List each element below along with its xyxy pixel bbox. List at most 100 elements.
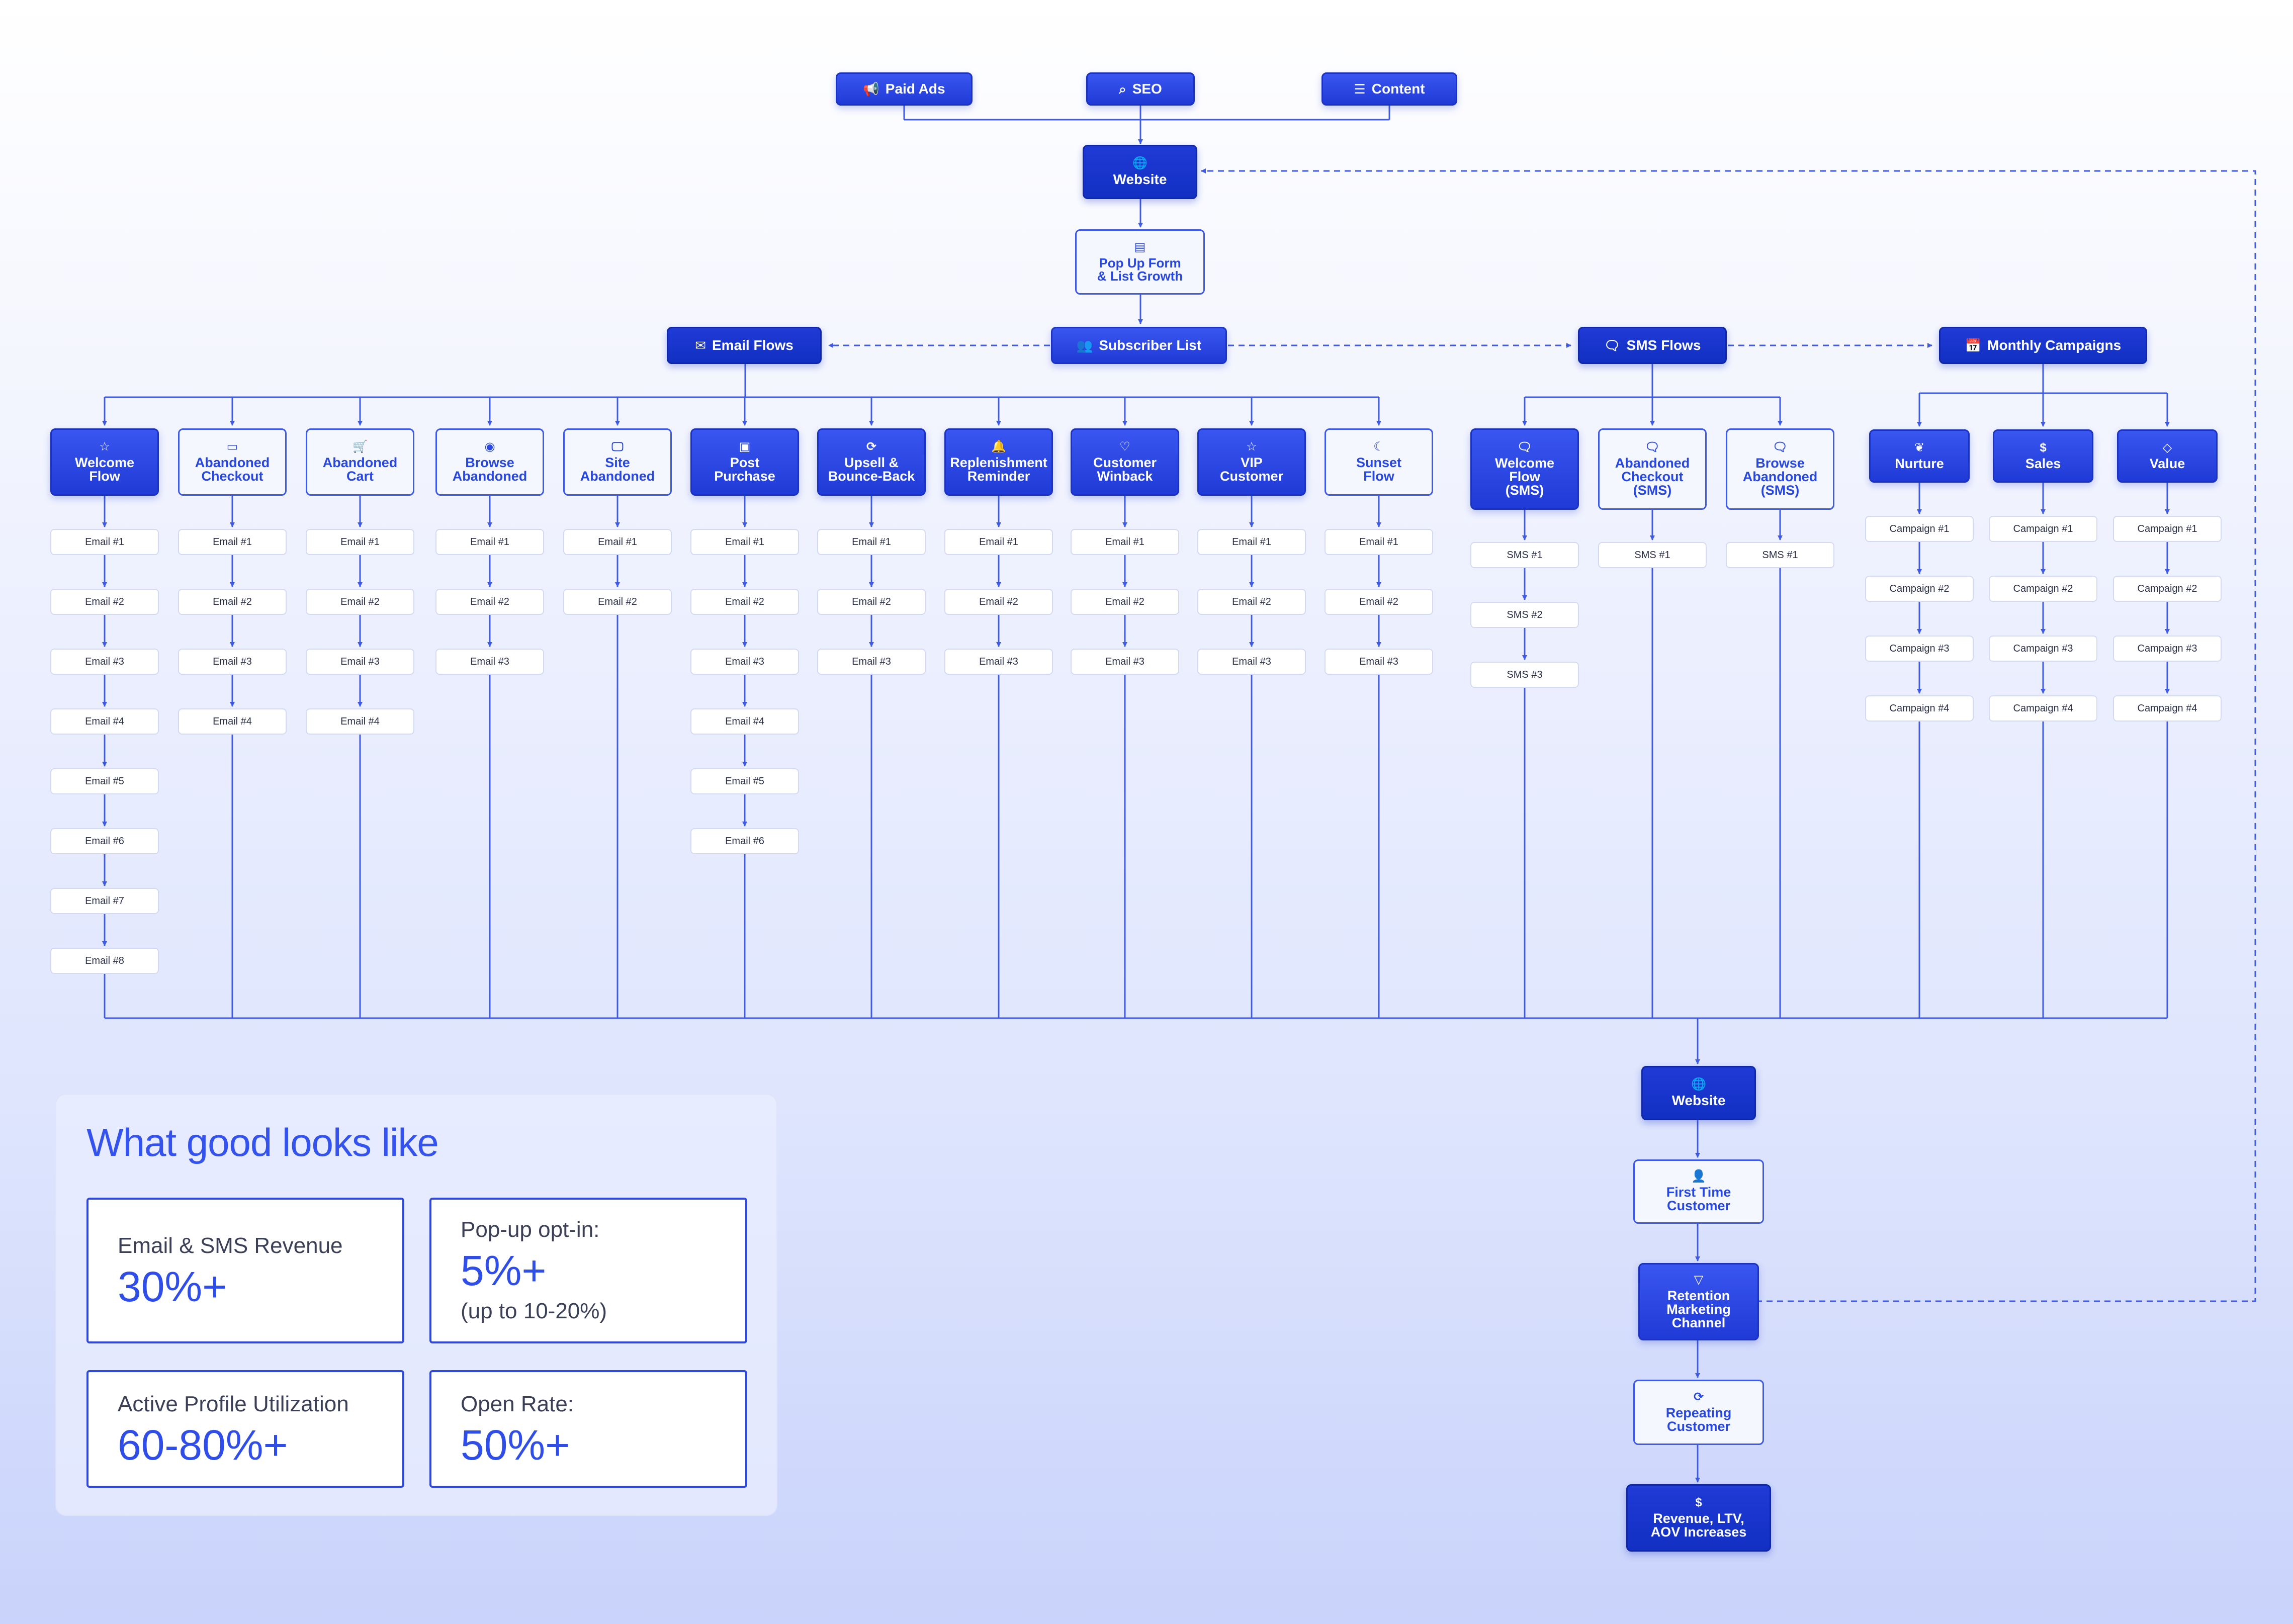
flow-step: Campaign #3 [2113, 636, 2222, 662]
flow-step: Email #2 [306, 589, 414, 615]
flow-step: Email #1 [817, 529, 926, 555]
benchmark-label: Open Rate: [461, 1392, 574, 1416]
flow-step: SMS #1 [1598, 542, 1707, 568]
campaign-header-nurture: ❦ Nurture [1869, 429, 1970, 483]
node-label: Nurture [1895, 456, 1944, 471]
flow-step: Campaign #2 [1865, 576, 1974, 602]
benchmark-card: Open Rate: 50%+ [429, 1370, 747, 1488]
search-icon: ⌕ [1119, 81, 1126, 97]
flow-step: SMS #3 [1470, 662, 1579, 688]
chat-icon: 🗨 [1604, 338, 1621, 353]
node-label: Post Purchase [714, 455, 775, 484]
benchmark-value: 30%+ [118, 1263, 227, 1310]
flow-step: Email #3 [1197, 649, 1306, 675]
flow-step: Email #1 [50, 529, 159, 555]
flow-header-browse-abandoned-sms: 🗨 Browse Abandoned (SMS) [1726, 428, 1834, 510]
flow-step: Email #6 [690, 828, 799, 854]
node-label: Welcome Flow (SMS) [1494, 455, 1555, 498]
outcome-revenue-ltv-aov-increases: $ Revenue, LTV, AOV Increases [1626, 1484, 1771, 1552]
benchmark-label: Active Profile Utilization [118, 1392, 349, 1416]
benchmark-value: 60-80%+ [118, 1421, 288, 1469]
flow-step: Email #4 [178, 708, 287, 735]
flow-step: Email #3 [306, 649, 414, 675]
node-label: Monthly Campaigns [1987, 337, 2122, 353]
flow-step: Email #2 [817, 589, 926, 615]
flow-header-browse-abandoned: ◉ Browse Abandoned [435, 428, 544, 496]
benchmark-card: Pop-up opt-in: 5%+ (up to 10-20%) [429, 1198, 747, 1343]
benchmark-value: 50%+ [461, 1421, 570, 1469]
node-label: Welcome Flow [74, 455, 135, 484]
flow-step: Email #3 [50, 649, 159, 675]
flow-step: Campaign #2 [2113, 576, 2222, 602]
flow-step: Email #1 [178, 529, 287, 555]
flow-step: Campaign #3 [1989, 636, 2097, 662]
flow-step: Email #2 [1197, 589, 1306, 615]
flow-step: Email #3 [1325, 649, 1433, 675]
leaf-icon: ❦ [1914, 440, 1925, 455]
node-label: Sales [2025, 456, 2061, 471]
user-icon: 👤 [1691, 1169, 1706, 1183]
flow-step: Email #3 [435, 649, 544, 675]
globe-icon: 🌐 [1132, 156, 1148, 170]
node-label: Abandoned Checkout [195, 455, 270, 484]
cart-icon: 🛒 [352, 440, 368, 454]
flow-step: Campaign #2 [1989, 576, 2097, 602]
benchmark-label: Email & SMS Revenue [118, 1233, 343, 1258]
flow-header-vip-customer: ☆ VIP Customer [1197, 428, 1306, 496]
outcome-repeating-customer: ⟳ Repeating Customer [1633, 1380, 1764, 1445]
node-label: Customer Winback [1093, 455, 1157, 484]
node-label: Repeating Customer [1665, 1405, 1732, 1434]
node-label: Site Abandoned [580, 455, 655, 484]
flow-step: Email #4 [690, 708, 799, 735]
node-label: Upsell & Bounce-Back [828, 455, 915, 484]
flow-header-site-abandoned: 🖵 Site Abandoned [563, 428, 672, 496]
flow-step: Email #4 [306, 708, 414, 735]
node-label: Paid Ads [885, 81, 945, 97]
flow-step: SMS #1 [1470, 542, 1579, 568]
flow-step: Campaign #4 [2113, 695, 2222, 721]
benchmark-card: Active Profile Utilization 60-80%+ [86, 1370, 404, 1488]
node-label: Pop Up Form & List Growth [1097, 255, 1183, 284]
node-label: SEO [1132, 81, 1162, 97]
chat-icon: 🗨 [1772, 440, 1788, 454]
node-label: Browse Abandoned (SMS) [1742, 455, 1818, 498]
flow-step: Email #6 [50, 828, 159, 854]
filter-icon: ▽ [1694, 1273, 1704, 1287]
flow-step: Email #2 [1071, 589, 1179, 615]
moon-icon: ☾ [1373, 440, 1384, 454]
flow-header-welcome-flow: ☆ Welcome Flow [50, 428, 159, 496]
flow-step: Email #1 [306, 529, 414, 555]
eye-icon: ◉ [484, 440, 495, 454]
bag-icon: ▣ [739, 440, 751, 454]
flow-step: Campaign #1 [1865, 516, 1974, 542]
flow-header-abandoned-cart: 🛒 Abandoned Cart [306, 428, 414, 496]
chat-icon: 🗨 [1517, 440, 1533, 454]
benchmark-value: 5%+ [461, 1247, 547, 1294]
sms-flows-node: 🗨 SMS Flows [1578, 327, 1727, 364]
source-seo: ⌕ SEO [1086, 72, 1195, 106]
heart-icon: ♡ [1119, 440, 1130, 454]
node-label: First Time Customer [1666, 1185, 1731, 1213]
dollar-icon: $ [2040, 440, 2047, 455]
flow-step: Email #2 [1325, 589, 1433, 615]
flow-header-abandoned-checkout-sms: 🗨 Abandoned Checkout (SMS) [1598, 428, 1707, 510]
flow-header-customer-winback: ♡ Customer Winback [1071, 428, 1179, 496]
chat-icon: 🗨 [1644, 440, 1660, 454]
flow-step: Campaign #1 [1989, 516, 2097, 542]
flow-step: Email #1 [944, 529, 1053, 555]
campaign-header-sales: $ Sales [1993, 429, 2093, 483]
source-content: ☰ Content [1321, 72, 1457, 106]
star-icon: ☆ [99, 440, 110, 454]
flow-step: Email #1 [1197, 529, 1306, 555]
users-icon: 👥 [1076, 338, 1093, 353]
flow-step: Email #3 [1071, 649, 1179, 675]
benchmark-note: (up to 10-20%) [461, 1299, 607, 1323]
node-label: Website [1671, 1093, 1726, 1108]
flow-step: Email #3 [944, 649, 1053, 675]
source-paid-ads: 📢 Paid Ads [836, 72, 973, 106]
flow-step: Email #2 [690, 589, 799, 615]
benchmarks-panel: What good looks like Email & SMS Revenue… [55, 1094, 777, 1516]
flow-step: Email #1 [435, 529, 544, 555]
outcome-retention-marketing-channel: ▽ Retention Marketing Channel [1638, 1263, 1759, 1340]
node-label: Value [2149, 456, 2185, 471]
